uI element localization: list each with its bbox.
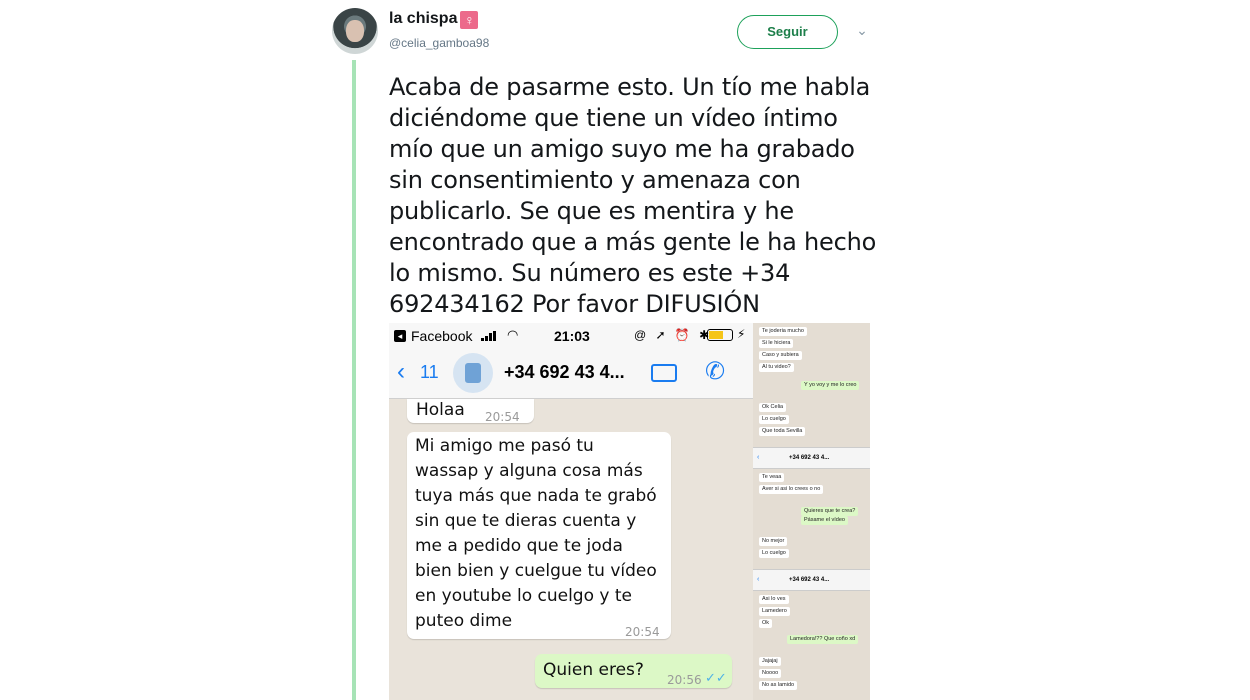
tweet-text: Acaba de pasarme esto. Un tío me habla d… [389, 72, 889, 320]
wifi-icon: ◠ [507, 327, 519, 342]
contact-number: +34 692 43 4... [504, 362, 625, 382]
thread-line [352, 60, 356, 700]
mini-bubble: Que toda Sevilla [759, 427, 806, 436]
signal-icon [481, 331, 497, 341]
mini-bubble: Lamedero [759, 607, 790, 616]
message-line: sin que te dieras cuenta y [415, 511, 637, 531]
mini-bubble-sent: Pásame el vídeo [801, 516, 848, 525]
message-line: me a pedido que te joda [415, 536, 623, 556]
back-to-app-icon: ◂ [394, 330, 406, 342]
tweet-line: diciéndome que tiene un vídeo íntimo [389, 104, 838, 132]
status-icons: @ ➚ ⏰ ✱ [634, 328, 713, 342]
mini-bubble: Te joderia mucho [759, 327, 807, 336]
tweet-line: lo mismo. Su número es este +34 [389, 259, 791, 287]
mini-bubble: Noooo [759, 669, 782, 678]
mini-chat-header: ‹ +34 692 43 4... [753, 569, 870, 591]
message-line: bien bien y cuelgue tu vídeo [415, 561, 657, 581]
back-chevron-icon: ‹ [757, 454, 760, 461]
message-bubble-sent: Quien eres? 20:56 ✓✓ [535, 654, 732, 688]
charging-icon: ⚡ [737, 327, 746, 341]
message-time: 20:54 [485, 410, 520, 424]
status-app-name: Facebook [411, 328, 473, 344]
back-count: 11 [420, 362, 439, 382]
message-line: Mi amigo me pasó tu [415, 436, 594, 456]
mini-bubble: Lo cuelgo [759, 415, 789, 424]
mini-contact: +34 692 43 4... [789, 577, 830, 583]
avatar[interactable] [332, 8, 378, 54]
display-name[interactable]: la chispa ♀ [389, 10, 479, 29]
message-bubble: Holaa 20:54 [407, 399, 534, 424]
video-call-icon [651, 364, 677, 382]
message-text: Holaa [416, 400, 465, 420]
mini-bubble-sent: Y yo voy y me lo creo [801, 381, 860, 390]
mini-bubble: Caso y subiera [759, 351, 802, 360]
mini-bubble: No mejor [759, 537, 788, 546]
venus-emoji-icon: ♀ [460, 11, 479, 29]
tweet-line: Acaba de pasarme esto. Un tío me habla [389, 73, 871, 101]
message-line: tuya más que nada te grabó [415, 486, 657, 506]
mini-contact: +34 692 43 4... [789, 455, 830, 461]
mini-bubble: Ok [759, 619, 773, 628]
chat-header: ‹ 11 +34 692 43 4... ✆ [389, 349, 753, 399]
mini-bubble: No as lamido [759, 681, 798, 690]
message-text: Mi amigo me pasó tu wassap y alguna cosa… [415, 434, 665, 634]
mini-bubble: Jajajaj [759, 657, 781, 666]
mini-bubble: Ok Celia [759, 403, 787, 412]
mini-bubble: Si le hiciera [759, 339, 794, 348]
display-name-text[interactable]: la chispa [389, 10, 457, 27]
message-line: wassap y alguna cosa más [415, 461, 643, 481]
phone-status-bar: ◂ Facebook ◠ 21:03 @ ➚ ⏰ ✱ ⚡ [389, 323, 753, 349]
follow-button[interactable]: Seguir [737, 15, 838, 49]
mini-bubble: Aver si asi lo crees o no [759, 485, 824, 494]
message-bubble: Mi amigo me pasó tu wassap y alguna cosa… [407, 432, 671, 639]
tweet-line: publicarlo. Se que es mentira y he [389, 197, 794, 225]
battery-icon [707, 329, 733, 341]
contact-avatar [453, 353, 493, 393]
tweet-line: encontrado que a más gente le ha hecho [389, 228, 877, 256]
mini-bubble: Al tu video? [759, 363, 794, 372]
message-time: 20:56 [667, 673, 702, 687]
attached-screenshot[interactable]: ◂ Facebook ◠ 21:03 @ ➚ ⏰ ✱ ⚡ ‹ 11 +34 69… [389, 323, 753, 700]
tweet-line: 692434162 Por favor DIFUSIÓN [389, 290, 760, 318]
phone-call-icon: ✆ [705, 358, 726, 385]
mini-bubble: Lo cuelgo [759, 549, 789, 558]
attached-screenshot-collage[interactable]: Te joderia mucho Si le hiciera Caso y su… [753, 323, 870, 700]
tweet: la chispa ♀ @celia_gamboa98 Seguir ⌄ Acab… [0, 0, 1250, 700]
mini-bubble-sent: Quieres que te crea? [801, 507, 859, 516]
back-chevron-icon: ‹ [757, 576, 760, 583]
status-time: 21:03 [554, 328, 590, 344]
mini-bubble: Asi lo ves [759, 595, 789, 604]
message-line: en youtube lo cuelgo y te [415, 586, 632, 606]
mini-chat-header: ‹ +34 692 43 4... [753, 447, 870, 469]
mini-bubble-sent: Lamedora!?? Que coño xd [787, 635, 859, 644]
user-handle[interactable]: @celia_gamboa98 [389, 36, 489, 50]
message-time: 20:54 [625, 625, 660, 639]
mini-bubble: Te veaa [759, 473, 785, 482]
tweet-line: mío que un amigo suyo me ha grabado [389, 135, 855, 163]
tweet-line: sin consentimiento y amenaza con [389, 166, 801, 194]
chevron-down-icon[interactable]: ⌄ [854, 22, 870, 38]
back-chevron-icon: ‹ [397, 358, 405, 385]
message-text: Quien eres? [543, 660, 644, 680]
read-ticks-icon: ✓✓ [705, 671, 727, 686]
